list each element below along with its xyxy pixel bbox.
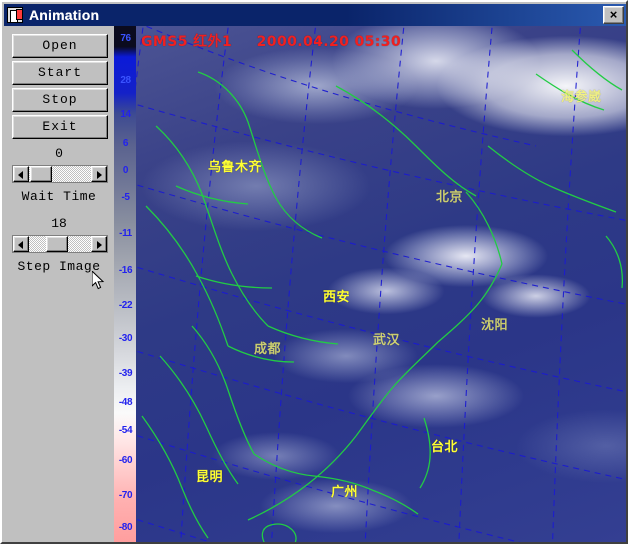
- color-scale-tick: 14: [120, 109, 131, 120]
- city-label: 广州: [331, 485, 359, 500]
- wait-time-slider[interactable]: [12, 165, 108, 183]
- application-window-icon: [7, 7, 23, 23]
- city-label: 海口: [281, 541, 308, 542]
- step-image-slider[interactable]: [12, 235, 108, 253]
- step-image-increase-icon[interactable]: [91, 236, 107, 252]
- satellite-image-area[interactable]: 76 28 14 6 0 -5 -11 -16 -22 -30 -39 -48 -54 -60 -70 -80: [114, 26, 626, 542]
- title-bar: Animation ×: [4, 4, 626, 26]
- city-label: 北京: [436, 190, 464, 205]
- stop-button[interactable]: Stop: [12, 88, 108, 112]
- color-scale-tick: 76: [120, 33, 131, 44]
- animation-window: Animation × Open Start Stop Exit 0 Wait …: [0, 0, 628, 544]
- city-label: 海参崴: [561, 90, 602, 105]
- step-image-decrease-icon[interactable]: [13, 236, 29, 252]
- color-scale-tick: 28: [120, 75, 131, 86]
- color-scale-tick: -16: [118, 265, 133, 276]
- open-button[interactable]: Open: [12, 34, 108, 58]
- city-label: 沈阳: [481, 318, 509, 333]
- color-scale-tick: -11: [119, 228, 132, 239]
- step-image-thumb[interactable]: [46, 236, 68, 252]
- close-icon[interactable]: ×: [603, 6, 624, 24]
- wait-time-decrease-icon[interactable]: [13, 166, 29, 182]
- control-panel: Open Start Stop Exit 0 Wait Time 18 Step…: [4, 26, 114, 542]
- city-label: 乌鲁木齐: [208, 160, 263, 175]
- header-time: 05:30: [354, 34, 402, 50]
- color-scale-tick: 6: [122, 138, 129, 149]
- wait-time-thumb[interactable]: [30, 166, 52, 182]
- wait-time-value: 0: [55, 146, 63, 161]
- exit-button[interactable]: Exit: [12, 115, 108, 139]
- city-label: 昆明: [196, 470, 224, 485]
- client-area: Open Start Stop Exit 0 Wait Time 18 Step…: [4, 26, 626, 542]
- header-date: 2000.04.20: [256, 34, 350, 50]
- city-label: 成都: [254, 342, 282, 357]
- window-title: Animation: [29, 7, 100, 23]
- color-scale-tick: -30: [118, 333, 133, 344]
- step-image-label: Step Image: [17, 259, 101, 274]
- color-scale-tick: -5: [121, 192, 130, 203]
- image-header-stamp: GMS5 红外1 2000.04.20 05:30: [141, 31, 401, 51]
- wait-time-label: Wait Time: [21, 189, 97, 204]
- color-scale-tick: -80: [118, 522, 133, 533]
- header-satellite: GMS5: [141, 34, 188, 50]
- color-scale-tick: -60: [118, 455, 133, 466]
- city-label: 台北: [431, 440, 459, 455]
- color-scale-tick: 0: [122, 165, 129, 176]
- city-labels: 乌鲁木齐北京西安成都 武汉 沈阳 海参崴台北昆明广州海口: [136, 26, 626, 542]
- mouse-cursor-icon: [92, 271, 105, 290]
- color-scale-tick: -39: [118, 368, 133, 379]
- color-scale-tick: -48: [118, 397, 133, 408]
- color-scale-tick: -22: [118, 300, 133, 311]
- start-button[interactable]: Start: [12, 61, 108, 85]
- step-image-value: 18: [51, 216, 67, 231]
- wait-time-increase-icon[interactable]: [91, 166, 107, 182]
- infrared-satellite-image: 乌鲁木齐北京西安成都 武汉 沈阳 海参崴台北昆明广州海口 GMS5 红外1 2000.…: [136, 26, 626, 542]
- city-label: 西安: [323, 290, 351, 305]
- color-scale-tick: -54: [118, 425, 133, 436]
- city-label: 武汉: [373, 333, 401, 348]
- color-scale-tick: -70: [118, 490, 133, 501]
- header-channel: 红外1: [193, 34, 233, 50]
